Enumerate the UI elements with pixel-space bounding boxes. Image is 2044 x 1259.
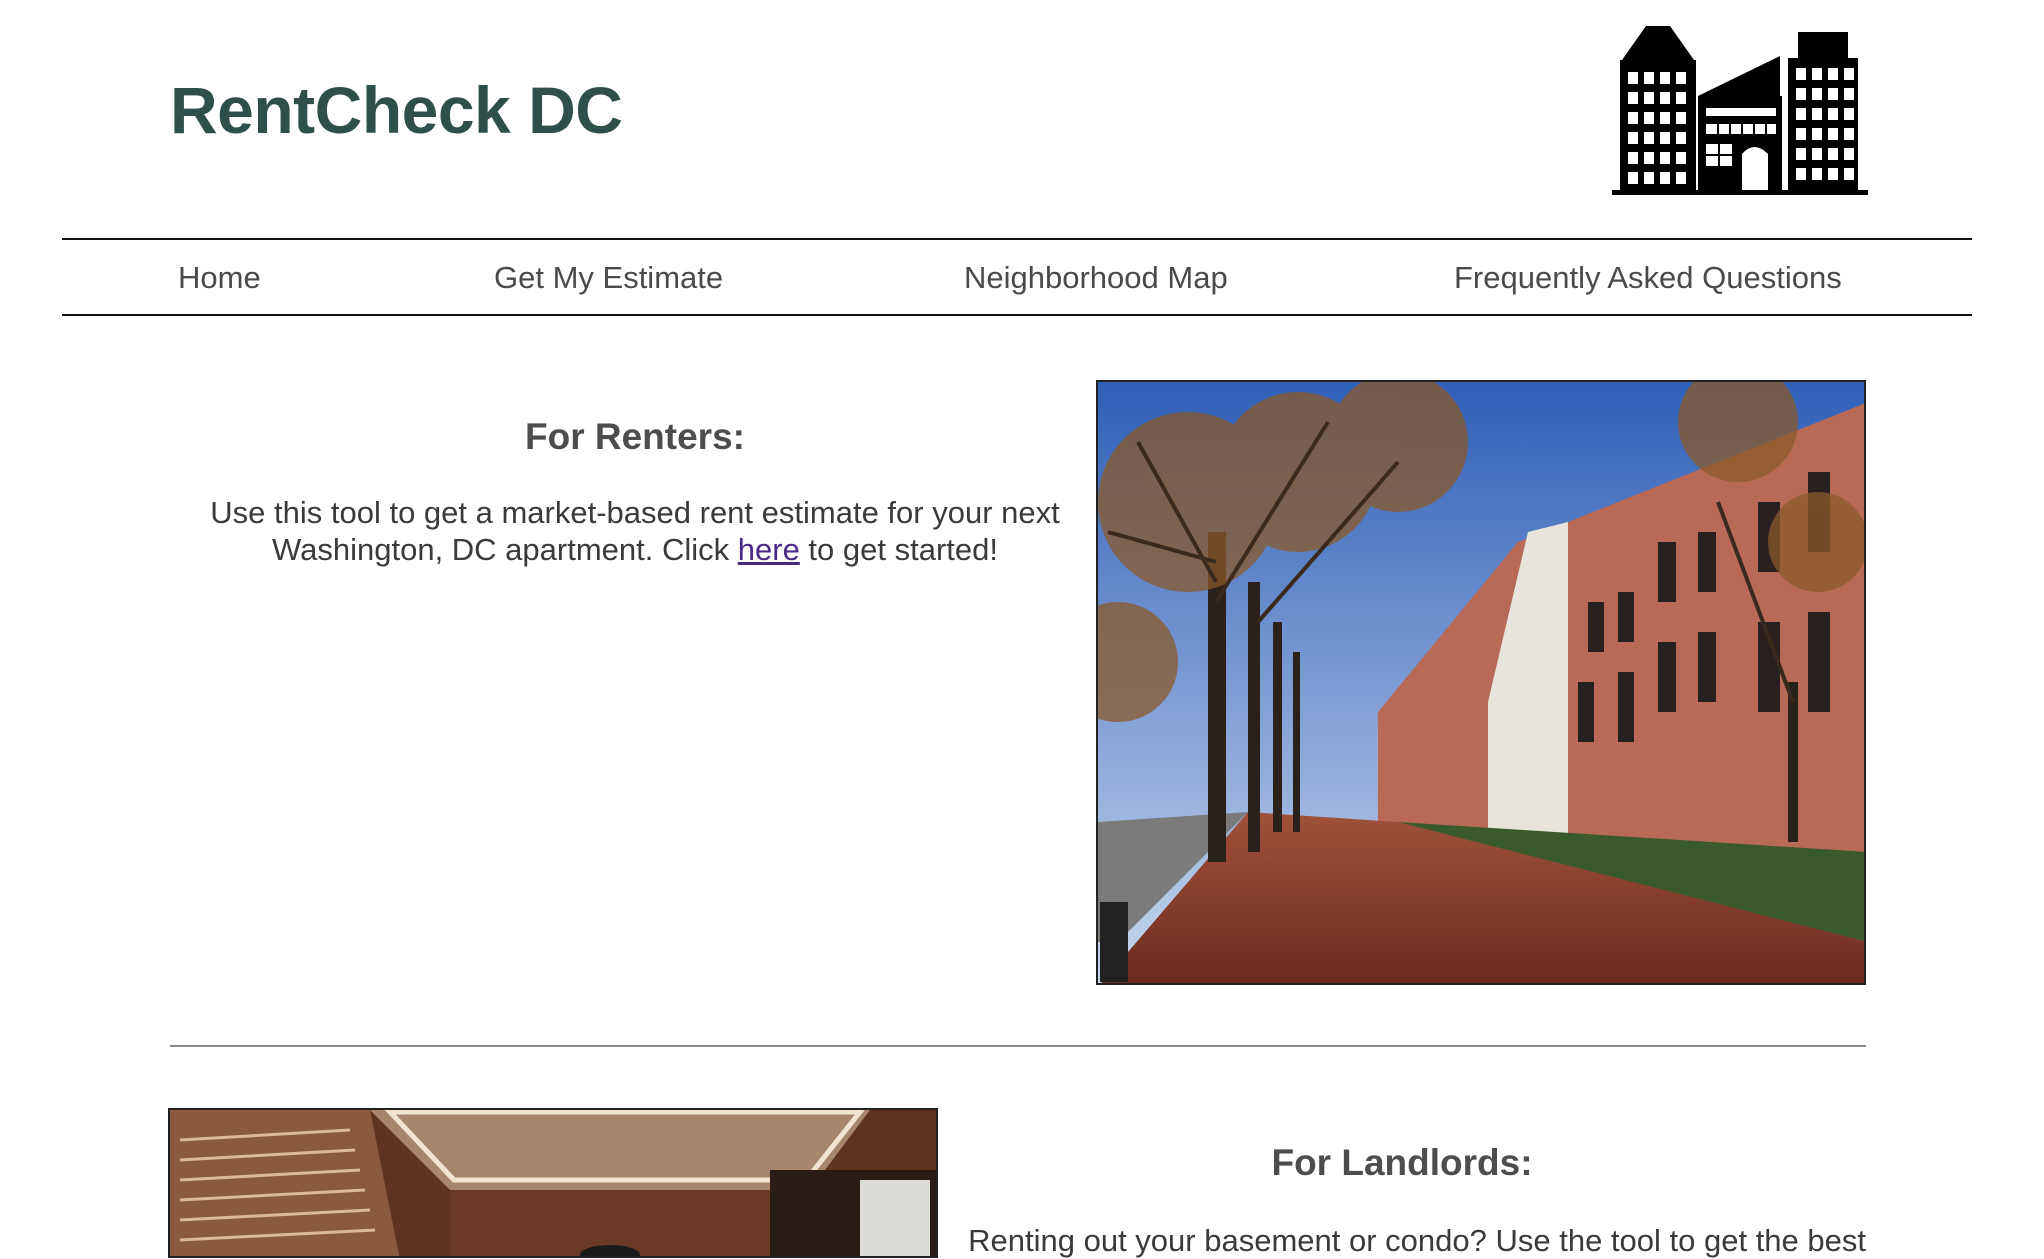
street-photo — [1096, 380, 1866, 985]
site-title: RentCheck DC — [170, 73, 623, 147]
landlords-heading: For Landlords: — [1271, 1142, 1533, 1183]
nav-home[interactable]: Home — [178, 260, 261, 296]
renters-description: Use this tool to get a market-based rent… — [170, 494, 1100, 568]
landlords-description: Renting out your basement or condo? Use … — [968, 1223, 1866, 1258]
section-divider — [170, 1045, 1866, 1047]
nav-get-my-estimate[interactable]: Get My Estimate — [494, 260, 723, 296]
interior-photo — [168, 1108, 938, 1258]
renters-text-after: to get started! — [799, 532, 998, 567]
main-nav: Home Get My Estimate Neighborhood Map Fr… — [62, 238, 1972, 316]
nav-neighborhood-map[interactable]: Neighborhood Map — [964, 260, 1228, 296]
renters-heading: For Renters: — [525, 416, 745, 457]
nav-faq[interactable]: Frequently Asked Questions — [1454, 260, 1842, 296]
city-buildings-icon[interactable] — [1612, 24, 1868, 198]
get-started-link[interactable]: here — [738, 532, 800, 567]
